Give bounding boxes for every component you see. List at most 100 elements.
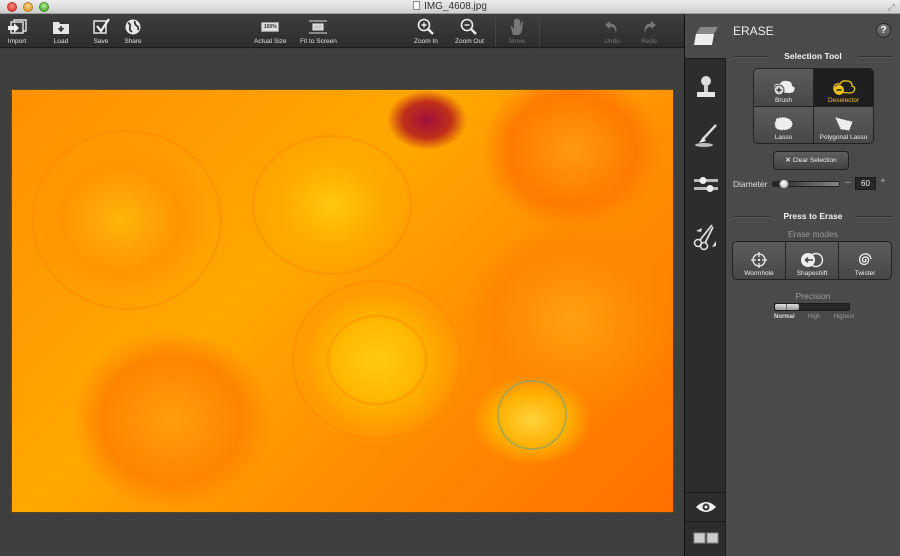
- polygonal-lasso-icon: [834, 117, 853, 131]
- panel-title: ERASE: [733, 24, 774, 38]
- precision-levels: Normal High Highest: [774, 314, 854, 320]
- flower-petal-ring: [32, 130, 222, 310]
- zoom-in-button[interactable]: Zoom In: [414, 17, 438, 45]
- cut-tool-button[interactable]: [685, 214, 727, 258]
- zoom-in-label: Zoom In: [414, 38, 438, 45]
- help-button[interactable]: ?: [876, 23, 891, 38]
- zoom-out-label: Zoom Out: [455, 38, 484, 45]
- diameter-value-field[interactable]: 60: [855, 177, 876, 190]
- save-button[interactable]: Save: [91, 17, 111, 45]
- import-label: Import: [7, 38, 27, 45]
- close-icon: ✕: [785, 157, 793, 164]
- hand-icon: [509, 17, 525, 37]
- zoom-in-icon: [417, 17, 435, 37]
- brush-selection-button[interactable]: Brush: [754, 69, 813, 106]
- undo-label: Undo: [604, 38, 620, 45]
- flower-petal-ring: [327, 315, 427, 405]
- press-to-erase-heading: Press to Erase: [734, 211, 892, 221]
- precision-high-label[interactable]: High: [808, 314, 820, 320]
- actual-size-button[interactable]: 100% Actual Size: [254, 17, 287, 45]
- precision-highest-label[interactable]: Highest: [834, 314, 854, 320]
- diameter-slider-knob[interactable]: [778, 179, 789, 189]
- fit-to-screen-label: Fit to Screen: [300, 38, 337, 45]
- diameter-increase-button[interactable]: +: [880, 176, 886, 187]
- load-button[interactable]: Load: [51, 17, 71, 45]
- flower-bud: [497, 380, 567, 450]
- stamp-tool-button[interactable]: [685, 66, 727, 110]
- actual-size-badge: 100%: [261, 22, 280, 32]
- eraser-icon: [694, 27, 718, 45]
- polygonal-lasso-label: Polygonal Lasso: [819, 134, 868, 141]
- shapeshift-icon: [801, 252, 824, 268]
- save-label: Save: [93, 38, 109, 45]
- toolbar: Import Load Save Share 100% Actual Size: [0, 14, 684, 48]
- brush-label: Brush: [775, 96, 792, 104]
- spiral-icon: [858, 253, 872, 266]
- preview-button[interactable]: [685, 494, 727, 520]
- import-icon: [6, 17, 28, 37]
- erase-modes-heading: Erase modes: [787, 229, 839, 239]
- shapeshift-button[interactable]: Shapeshift: [786, 242, 838, 279]
- deselector-label: Deselector: [827, 96, 860, 104]
- zoom-out-button[interactable]: Zoom Out: [455, 17, 484, 45]
- load-icon: [51, 17, 71, 37]
- flower-petal-ring: [252, 135, 412, 275]
- lasso-button[interactable]: Lasso: [754, 106, 813, 143]
- diameter-decrease-button[interactable]: –: [845, 177, 851, 188]
- deselector-button[interactable]: Deselector: [814, 69, 873, 106]
- fullscreen-icon[interactable]: ⤢: [888, 2, 895, 13]
- wormhole-button[interactable]: Wormhole: [733, 242, 785, 279]
- toolbar-separator: [495, 16, 496, 46]
- precision-heading: Precision: [795, 291, 831, 301]
- clear-selection-button[interactable]: ✕ Clear Selection: [773, 151, 849, 170]
- brush-icon: [695, 124, 717, 147]
- globe-icon: [124, 17, 142, 37]
- compare-button[interactable]: [685, 522, 727, 554]
- diameter-slider[interactable]: [772, 179, 840, 189]
- window-title-text: IMG_4608.jpg: [424, 1, 487, 12]
- diameter-label: Diameter: [733, 179, 768, 189]
- polygonal-lasso-button[interactable]: Polygonal Lasso: [814, 106, 873, 143]
- erase-modes-group: Wormhole Shapeshift Twister: [732, 241, 892, 280]
- brush-tool-button[interactable]: [685, 114, 727, 158]
- selection-tool-heading: Selection Tool: [734, 51, 892, 61]
- precision-slider[interactable]: [774, 303, 850, 311]
- sliders-icon: [694, 177, 718, 192]
- twister-label: Twister: [854, 270, 876, 277]
- undo-button[interactable]: Undo: [604, 17, 620, 45]
- redo-label: Redo: [641, 38, 657, 45]
- load-label: Load: [53, 38, 69, 45]
- clear-selection-label: Clear Selection: [792, 157, 837, 164]
- strip-divider: [685, 58, 727, 59]
- adjust-tool-button[interactable]: [685, 162, 727, 206]
- precision-normal-label[interactable]: Normal: [774, 314, 795, 320]
- lasso-icon: [774, 117, 792, 131]
- precision-slider-fill: [775, 304, 800, 310]
- selection-tool-grid: Brush Deselector Lasso Polygonal Lasso: [753, 68, 874, 144]
- erase-tool-button[interactable]: [685, 14, 727, 58]
- shapeshift-label: Shapeshift: [796, 270, 828, 277]
- crosshair-icon: [751, 252, 767, 268]
- brush-cloud-icon: [773, 80, 795, 95]
- eye-icon: [696, 502, 716, 512]
- move-button[interactable]: Move: [509, 17, 525, 45]
- save-icon: [91, 17, 111, 37]
- redo-icon: [641, 17, 657, 37]
- undo-icon: [604, 17, 620, 37]
- lasso-label: Lasso: [774, 134, 793, 141]
- share-button[interactable]: Share: [124, 17, 142, 45]
- canvas-area[interactable]: [0, 49, 684, 556]
- actual-size-label: Actual Size: [254, 38, 287, 45]
- wormhole-label: Wormhole: [744, 270, 774, 277]
- strip-divider: [685, 492, 727, 493]
- twister-button[interactable]: Twister: [839, 242, 891, 279]
- move-label: Move: [509, 38, 525, 45]
- fit-to-screen-button[interactable]: Fit to Screen: [300, 17, 337, 45]
- window-title: IMG_4608.jpg: [0, 1, 900, 12]
- redo-button[interactable]: Redo: [641, 17, 657, 45]
- import-button[interactable]: Import: [6, 17, 28, 45]
- split-view-icon: [693, 532, 719, 544]
- deselector-cloud-icon: [832, 79, 855, 95]
- photo-image[interactable]: [11, 89, 674, 513]
- stamp-icon: [697, 76, 715, 97]
